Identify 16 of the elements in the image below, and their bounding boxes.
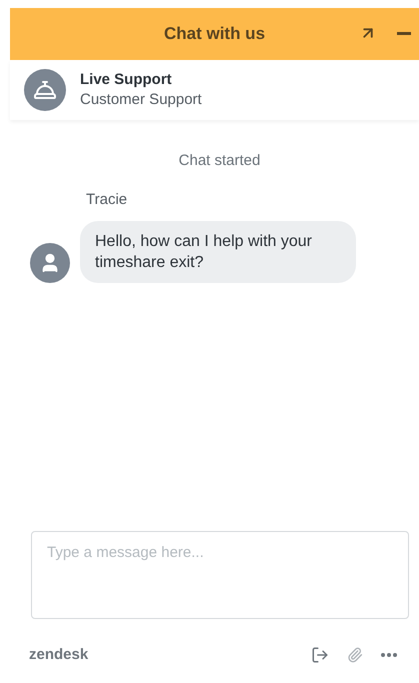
chat-status: Chat started [178,151,260,171]
paperclip-icon [347,647,363,663]
sender-name: Tracie [86,190,128,210]
message-bubble: Hello, how can I help with your timeshare exit? [80,221,356,283]
header-title: Chat with us [164,23,266,46]
message-input[interactable]: Type a message here... [31,531,409,619]
bell-icon [24,69,66,111]
more-icon [381,653,397,657]
agent-department: Customer Support [80,90,202,110]
zendesk-logo: zendesk [29,644,88,665]
exit-icon [311,646,329,664]
user-avatar-icon [30,243,70,283]
agent-name: Live Support [80,70,173,90]
end-chat-button[interactable] [311,646,329,664]
more-options-button[interactable] [381,653,397,657]
minus-icon [397,32,411,35]
